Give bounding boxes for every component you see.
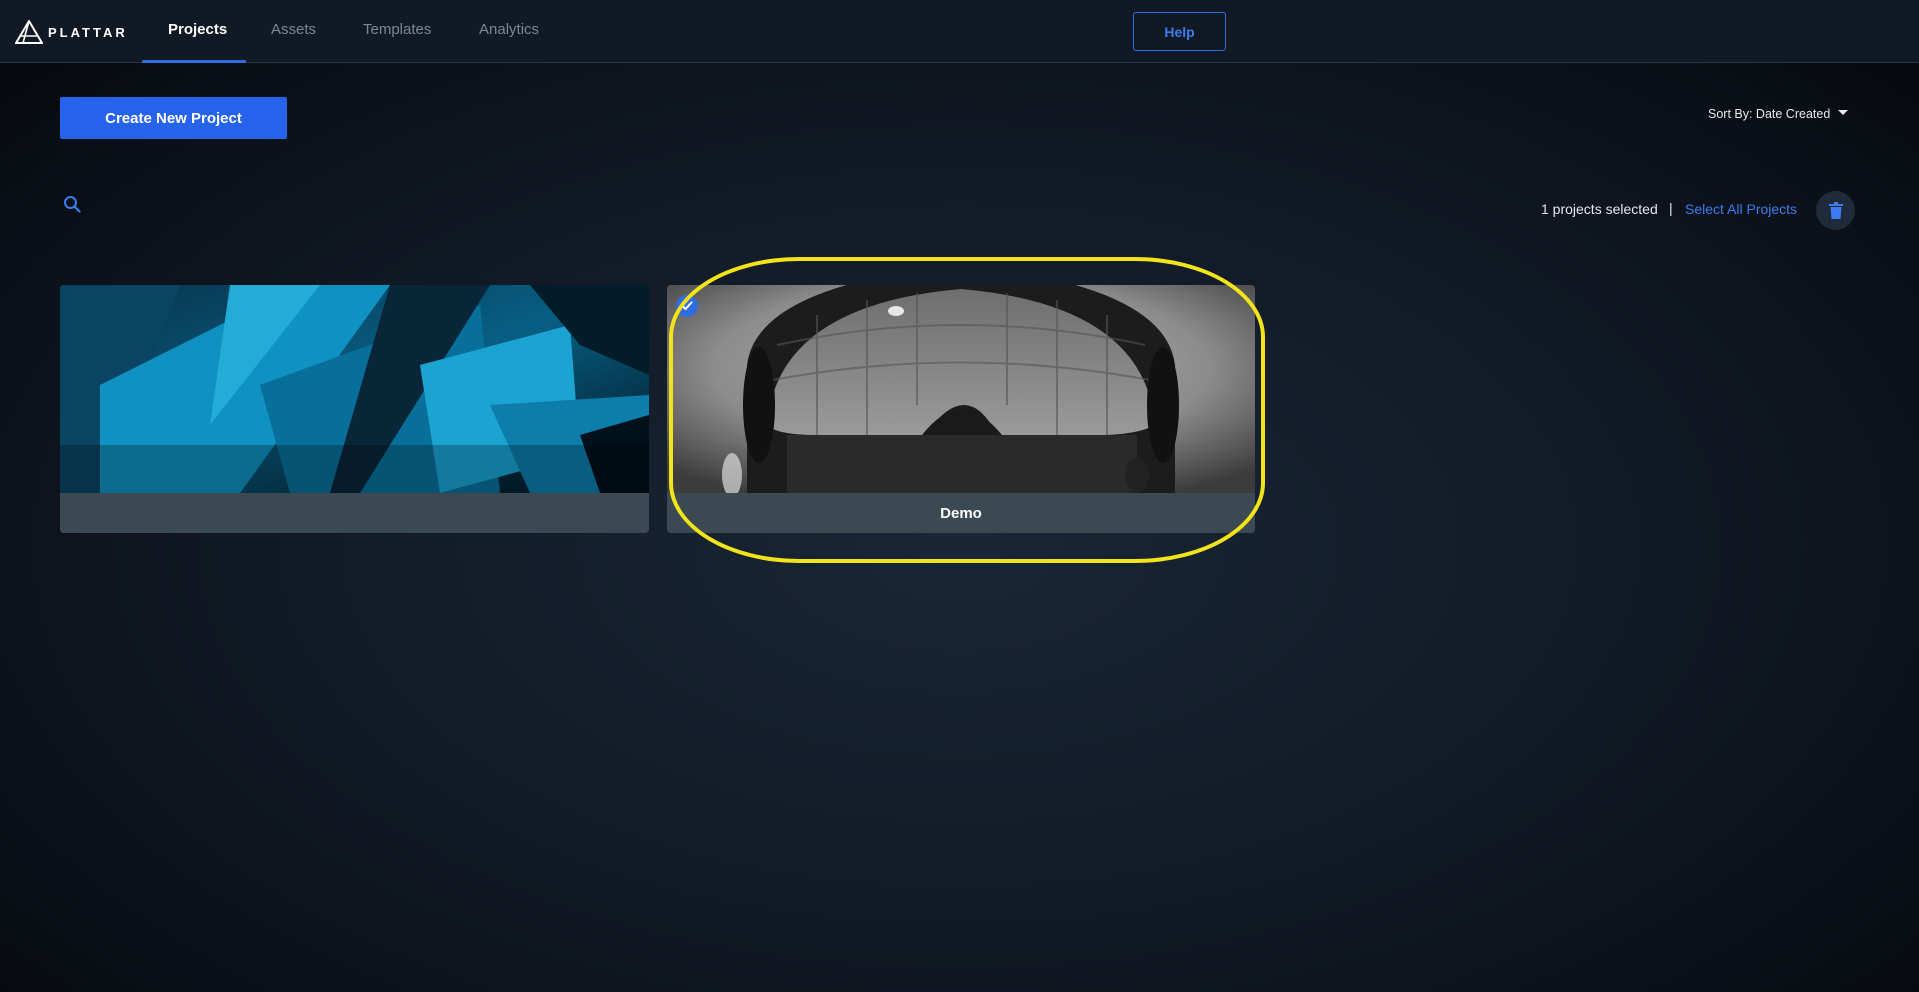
tab-projects[interactable]: Projects xyxy=(168,21,227,38)
tab-analytics[interactable]: Analytics xyxy=(479,21,539,38)
caret-down-icon xyxy=(1838,110,1849,115)
sort-dropdown[interactable]: Sort By: Date Created xyxy=(1708,107,1849,121)
search-icon[interactable] xyxy=(63,195,81,213)
active-tab-indicator xyxy=(142,60,246,63)
sort-label: Sort By: Date Created xyxy=(1708,107,1831,121)
plattar-logo-icon xyxy=(15,20,43,44)
brand-name: PLATTAR xyxy=(48,24,128,40)
tab-templates[interactable]: Templates xyxy=(363,21,431,38)
create-project-button[interactable]: Create New Project xyxy=(60,97,287,139)
select-all-link[interactable]: Select All Projects xyxy=(1685,201,1797,217)
selection-separator: | xyxy=(1669,200,1673,216)
tab-assets[interactable]: Assets xyxy=(271,21,316,38)
selection-highlight-annotation xyxy=(669,257,1265,563)
project-card[interactable] xyxy=(60,285,649,533)
brand-logo[interactable]: PLATTAR xyxy=(15,19,128,45)
trash-icon xyxy=(1828,202,1843,219)
top-nav-bar: PLATTAR Projects Assets Templates Analyt… xyxy=(0,0,1919,63)
project-thumbnail xyxy=(60,285,649,493)
delete-button[interactable] xyxy=(1816,191,1855,230)
selection-count: 1 projects selected xyxy=(1541,201,1658,217)
help-button[interactable]: Help xyxy=(1133,12,1226,51)
project-name xyxy=(60,493,649,533)
